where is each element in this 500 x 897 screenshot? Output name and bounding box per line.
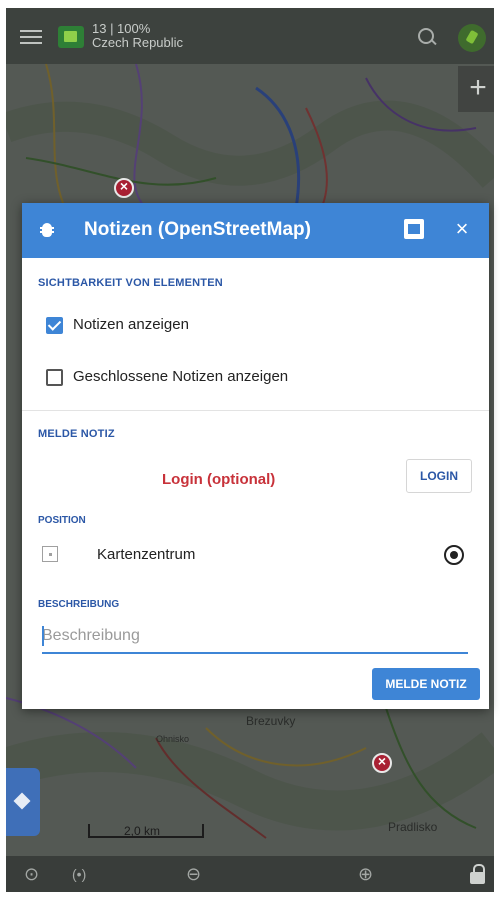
menu-icon[interactable] <box>20 30 42 44</box>
dialog-title: Notizen (OpenStreetMap) <box>84 219 311 240</box>
login-status-text: Login (optional) <box>162 471 276 488</box>
notes-dialog: Notizen (OpenStreetMap) × SICHTBARKEIT V… <box>22 203 489 709</box>
show-notes-checkbox-row[interactable]: Notizen anzeigen <box>46 313 296 339</box>
poi-marker[interactable] <box>114 178 134 198</box>
plus-icon[interactable]: + <box>458 66 494 112</box>
show-notes-label[interactable]: Notizen anzeigen <box>73 316 189 333</box>
position-icon <box>42 546 58 562</box>
report-note-button[interactable]: MELDE NOTIZ <box>372 668 480 700</box>
scale-label: 2,0 km <box>124 824 161 838</box>
country-label: Czech Republic <box>92 35 184 50</box>
visibility-section-heading: SICHTBARKEIT VON ELEMENTEN <box>38 277 223 289</box>
text-caret <box>42 626 44 646</box>
zoom-in-icon[interactable]: ⊕ <box>358 862 373 886</box>
place-label-pradlisko: Pradlisko <box>388 820 438 834</box>
section-divider <box>22 410 489 411</box>
top-bar: 13 | 100% Czech Republic <box>6 8 494 64</box>
zoom-out-icon[interactable]: ⊖ <box>186 862 201 886</box>
position-value[interactable]: Kartenzentrum <box>97 546 195 563</box>
locate-icon[interactable]: ⊙ <box>24 862 39 886</box>
description-input[interactable] <box>42 620 468 654</box>
bottom-bar: ⊙ (•) ⊖ ⊕ <box>6 856 494 892</box>
place-label-ohnisko: Ohnisko <box>156 734 190 744</box>
position-label: POSITION <box>38 515 86 526</box>
show-closed-notes-checkbox[interactable] <box>46 369 63 386</box>
target-icon[interactable] <box>444 545 464 565</box>
show-notes-checkbox[interactable] <box>46 317 63 334</box>
show-closed-notes-label[interactable]: Geschlossene Notizen anzeigen <box>73 368 288 385</box>
place-label-brezuvky: Brezuvky <box>246 714 296 728</box>
zoom-level-label: 13 | 100% <box>92 21 151 36</box>
gps-icon[interactable] <box>458 24 486 52</box>
map-source-icon[interactable] <box>58 26 84 48</box>
guide-icon[interactable]: (•) <box>72 862 86 886</box>
report-section-heading: MELDE NOTIZ <box>38 428 115 440</box>
poi-marker[interactable] <box>372 753 392 773</box>
close-icon[interactable]: × <box>450 215 474 243</box>
layers-icon[interactable] <box>6 768 40 836</box>
search-icon[interactable] <box>416 26 438 48</box>
login-button[interactable]: LOGIN <box>406 459 472 493</box>
dialog-header: Notizen (OpenStreetMap) × <box>22 203 489 258</box>
bug-icon <box>40 220 54 238</box>
osm-map-icon[interactable] <box>404 219 424 239</box>
description-label: BESCHREIBUNG <box>38 599 120 610</box>
lock-icon[interactable] <box>470 864 486 884</box>
show-closed-notes-checkbox-row[interactable]: Geschlossene Notizen anzeigen <box>46 365 366 391</box>
